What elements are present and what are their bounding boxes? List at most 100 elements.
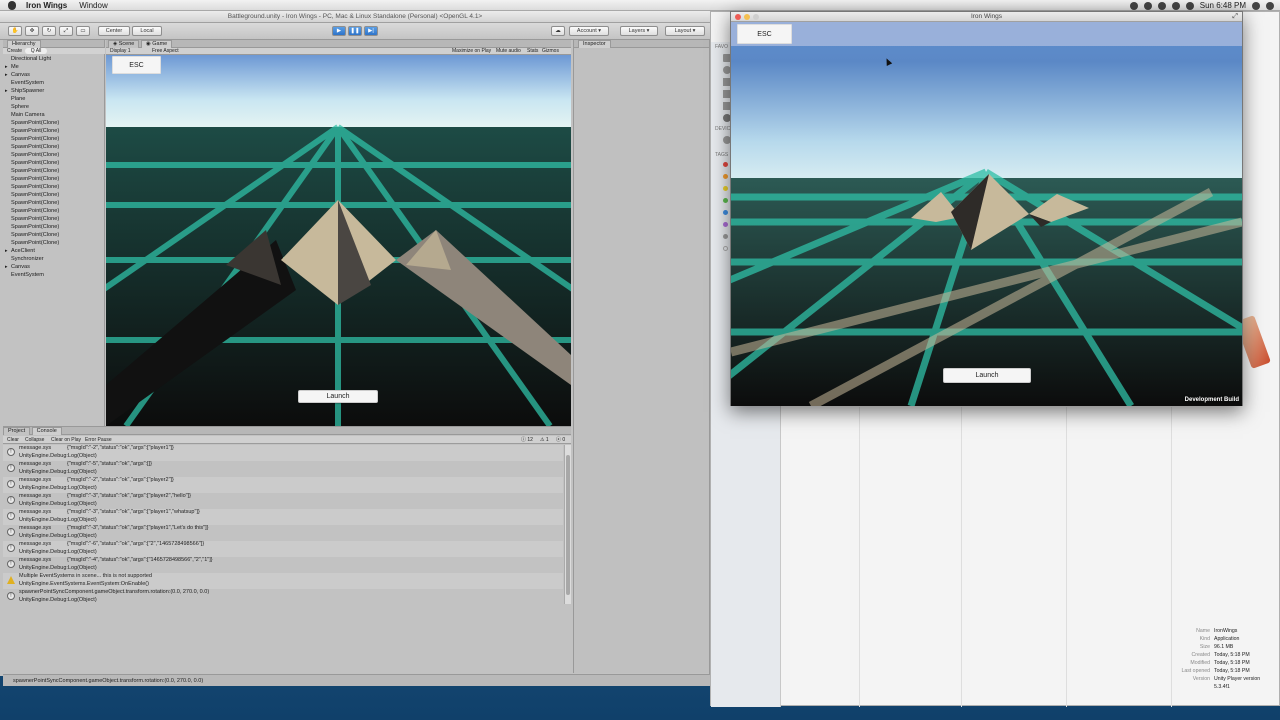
esc-button[interactable]: ESC: [737, 24, 792, 44]
tag-green-icon[interactable]: [723, 198, 728, 203]
tab-inspector[interactable]: Inspector: [578, 40, 611, 48]
hierarchy-item[interactable]: SpawnPoint(Clone): [3, 167, 105, 175]
stats-toggle[interactable]: Stats: [527, 48, 538, 55]
zoom-icon[interactable]: [753, 14, 759, 20]
account-dropdown[interactable]: Account ▾: [569, 26, 609, 36]
aspect-dropdown[interactable]: Free Aspect: [152, 48, 179, 55]
layout-dropdown[interactable]: Layout ▾: [665, 26, 705, 36]
close-icon[interactable]: [735, 14, 741, 20]
hierarchy-item[interactable]: SpawnPoint(Clone): [3, 151, 105, 159]
console-log-row[interactable]: ! spawnerPointSyncComponent.gameObject.tr…: [3, 589, 563, 605]
error-pause-toggle[interactable]: Error Pause: [85, 436, 112, 444]
tab-console[interactable]: Console: [31, 427, 62, 435]
wifi-icon[interactable]: [1157, 1, 1166, 10]
console-log-row[interactable]: ! message.sys {"msgId":"-5","status":"ok",…: [3, 461, 563, 477]
layers-dropdown[interactable]: Layers ▾: [620, 26, 658, 36]
column-divider[interactable]: [859, 407, 860, 707]
status-icon[interactable]: [1129, 1, 1138, 10]
tag-yellow-icon[interactable]: [723, 186, 728, 191]
tab-scene[interactable]: ◈ Scene: [108, 40, 140, 48]
mute-audio-toggle[interactable]: Mute audio: [496, 48, 521, 55]
hierarchy-item[interactable]: SpawnPoint(Clone): [3, 239, 105, 247]
hierarchy-item[interactable]: SpawnPoint(Clone): [3, 207, 105, 215]
tab-project[interactable]: Project: [3, 427, 31, 435]
hierarchy-item[interactable]: SpawnPoint(Clone): [3, 175, 105, 183]
volume-icon[interactable]: [1171, 1, 1180, 10]
hierarchy-item[interactable]: Canvas: [3, 263, 105, 271]
menu-window[interactable]: Window: [79, 1, 107, 10]
tag-red-icon[interactable]: [723, 162, 728, 167]
rect-tool-button[interactable]: ▭: [76, 26, 90, 36]
pause-button[interactable]: ❚❚: [348, 26, 362, 36]
column-divider[interactable]: [1066, 407, 1067, 707]
gizmos-dropdown[interactable]: Gizmos: [542, 48, 559, 55]
console-log-row[interactable]: ! message.sys {"msgId":"-3","status":"ok",…: [3, 493, 563, 509]
create-dropdown[interactable]: Create: [7, 48, 22, 54]
cloud-icon[interactable]: ☁: [551, 26, 565, 36]
step-button[interactable]: ▶|: [364, 26, 378, 36]
hierarchy-item[interactable]: Directional Light: [3, 55, 105, 63]
hierarchy-item[interactable]: Plane: [3, 95, 105, 103]
column-divider[interactable]: [961, 407, 962, 707]
hierarchy-item[interactable]: SpawnPoint(Clone): [3, 199, 105, 207]
player-game-view[interactable]: ESC Launch Development Build: [731, 22, 1242, 406]
hierarchy-item[interactable]: EventSystem: [3, 271, 105, 279]
hierarchy-item[interactable]: Synchronizer: [3, 255, 105, 263]
game-view[interactable]: ESC Launch: [106, 55, 571, 426]
status-icon[interactable]: [1143, 1, 1152, 10]
tab-game[interactable]: ◉ Game: [140, 40, 173, 48]
minimize-icon[interactable]: [744, 14, 750, 20]
console-log-row[interactable]: ! message.sys {"msgId":"-2","status":"ok",…: [3, 445, 563, 461]
esc-button[interactable]: ESC: [112, 56, 161, 74]
fullscreen-icon[interactable]: ⤢: [1232, 12, 1238, 22]
tag-all-icon[interactable]: [723, 246, 728, 251]
hierarchy-item[interactable]: SpawnPoint(Clone): [3, 159, 105, 167]
hierarchy-item[interactable]: Me: [3, 63, 105, 71]
hierarchy-item[interactable]: SpawnPoint(Clone): [3, 135, 105, 143]
collapse-toggle[interactable]: Collapse: [25, 436, 44, 444]
scrollbar-thumb[interactable]: [566, 455, 570, 595]
launch-button[interactable]: Launch: [943, 368, 1031, 383]
tag-purple-icon[interactable]: [723, 222, 728, 227]
launch-button[interactable]: Launch: [298, 390, 378, 403]
clock[interactable]: Sun 6:48 PM: [1200, 1, 1246, 10]
hierarchy-item[interactable]: SpawnPoint(Clone): [3, 119, 105, 127]
console-log-row[interactable]: ! message.sys {"msgId":"-2","status":"ok",…: [3, 477, 563, 493]
hierarchy-item[interactable]: ShipSpawner: [3, 87, 105, 95]
info-count-toggle[interactable]: ⓘ 12: [521, 436, 533, 444]
tag-orange-icon[interactable]: [723, 174, 728, 179]
hand-tool-button[interactable]: ✋: [8, 26, 22, 36]
move-tool-button[interactable]: ✥: [25, 26, 39, 36]
menu-app-name[interactable]: Iron Wings: [26, 1, 67, 10]
rotate-tool-button[interactable]: ↻: [42, 26, 56, 36]
pivot-center-button[interactable]: Center: [98, 26, 130, 36]
clear-on-play-toggle[interactable]: Clear on Play: [51, 436, 81, 444]
hierarchy-item[interactable]: Sphere: [3, 103, 105, 111]
hierarchy-item[interactable]: Canvas: [3, 71, 105, 79]
hierarchy-item[interactable]: AceClient: [3, 247, 105, 255]
error-count-toggle[interactable]: ⓧ 0: [556, 436, 565, 444]
console-log-row[interactable]: ! message.sys {"msgId":"-3","status":"ok",…: [3, 525, 563, 541]
console-scrollbar[interactable]: [564, 445, 571, 605]
hierarchy-item[interactable]: SpawnPoint(Clone): [3, 143, 105, 151]
hierarchy-item[interactable]: Main Camera: [3, 111, 105, 119]
hierarchy-item[interactable]: SpawnPoint(Clone): [3, 127, 105, 135]
pivot-local-button[interactable]: Local: [132, 26, 162, 36]
console-log-row[interactable]: ! message.sys {"msgId":"-4","status":"ok",…: [3, 557, 563, 573]
tag-gray-icon[interactable]: [723, 234, 728, 239]
tab-hierarchy[interactable]: Hierarchy: [7, 40, 41, 48]
scale-tool-button[interactable]: ⤢: [59, 26, 73, 36]
hierarchy-item[interactable]: SpawnPoint(Clone): [3, 191, 105, 199]
console-log-row[interactable]: Multiple EventSystems in scene... this i…: [3, 573, 563, 589]
play-button[interactable]: ▶: [332, 26, 346, 36]
hierarchy-item[interactable]: EventSystem: [3, 79, 105, 87]
warning-count-toggle[interactable]: ⚠ 1: [540, 436, 549, 444]
hierarchy-item[interactable]: SpawnPoint(Clone): [3, 223, 105, 231]
maximize-on-play-toggle[interactable]: Maximize on Play: [452, 48, 491, 55]
hierarchy-item[interactable]: SpawnPoint(Clone): [3, 231, 105, 239]
search-icon[interactable]: [1252, 1, 1260, 10]
apple-icon[interactable]: [8, 1, 16, 10]
console-log-row[interactable]: ! message.sys {"msgId":"-6","status":"ok",…: [3, 541, 563, 557]
hierarchy-item[interactable]: SpawnPoint(Clone): [3, 215, 105, 223]
list-icon[interactable]: [1266, 1, 1274, 10]
